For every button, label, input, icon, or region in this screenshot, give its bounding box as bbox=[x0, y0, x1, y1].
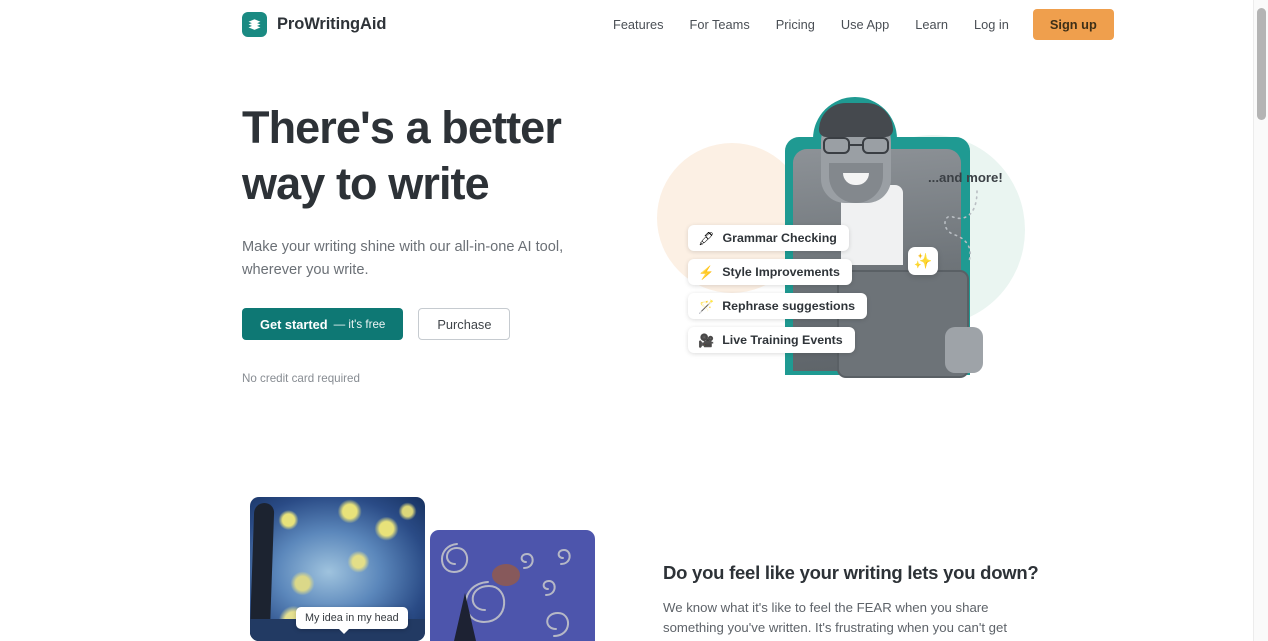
feature-pill-label: Rephrase suggestions bbox=[722, 299, 856, 313]
and-more-annotation: ...and more! bbox=[928, 170, 1003, 185]
get-started-free-suffix: — it's free bbox=[333, 317, 386, 331]
hero-actions: Get started — it's free Purchase bbox=[242, 308, 622, 340]
hero-subtitle: Make your writing shine with our all-in-… bbox=[242, 239, 564, 278]
glasses-icon bbox=[823, 137, 889, 154]
get-started-label: Get started bbox=[260, 316, 328, 332]
artwork-comparison: My idea in my head bbox=[250, 497, 595, 641]
glasses-bridge bbox=[850, 144, 862, 146]
feature-pill-grammar-checking: 🖋 Grammar Checking bbox=[688, 225, 849, 251]
glasses-lens-right bbox=[862, 137, 889, 154]
feature-pill-list: 🖋 Grammar Checking ⚡ Style Improvements … bbox=[688, 225, 868, 353]
hero-title-line-1: There's a better bbox=[242, 102, 562, 153]
nav-for-teams[interactable]: For Teams bbox=[677, 11, 763, 38]
feature-pill-rephrase-suggestions: 🪄 Rephrase suggestions bbox=[688, 293, 868, 319]
lower-section-title: Do you feel like your writing lets you d… bbox=[663, 562, 1039, 583]
feature-pill-label: Grammar Checking bbox=[722, 231, 837, 245]
feature-pill-style-improvements: ⚡ Style Improvements bbox=[688, 259, 852, 285]
sign-up-button[interactable]: Sign up bbox=[1032, 8, 1114, 40]
movie-camera-icon: 🎥 bbox=[698, 332, 715, 348]
nav-log-in[interactable]: Log in bbox=[961, 11, 1022, 38]
lower-section-copy: Do you feel like your writing lets you d… bbox=[663, 562, 1039, 641]
feature-pill-label: Live Training Events bbox=[722, 333, 843, 347]
page-content: ProWritingAid Features For Teams Pricing… bbox=[0, 0, 1253, 641]
site-header: ProWritingAid Features For Teams Pricing… bbox=[0, 0, 1253, 48]
feature-pill-live-training-events: 🎥 Live Training Events bbox=[688, 327, 855, 353]
browser-viewport: ProWritingAid Features For Teams Pricing… bbox=[0, 0, 1268, 641]
no-credit-card-note: No credit card required bbox=[242, 372, 360, 385]
person-hair bbox=[819, 103, 893, 137]
dotted-curved-arrow-icon bbox=[944, 190, 978, 262]
brand-logo-link[interactable]: ProWritingAid bbox=[242, 11, 387, 37]
scrollbar-thumb[interactable] bbox=[1257, 8, 1266, 120]
magic-wand-icon: 🪄 bbox=[698, 298, 715, 314]
hero-illustration: ✨ ...and more! 🖋 Grammar Checking ⚡ Styl… bbox=[645, 95, 1045, 395]
nav-features[interactable]: Features bbox=[600, 11, 677, 38]
lightning-bolt-icon: ⚡ bbox=[698, 264, 715, 280]
crude-smudge bbox=[492, 564, 520, 586]
get-started-button[interactable]: Get started — it's free bbox=[242, 308, 404, 340]
feature-pill-label: Style Improvements bbox=[722, 265, 840, 279]
brand-name: ProWritingAid bbox=[277, 14, 387, 33]
hero-title-line-2: way to write bbox=[242, 158, 490, 209]
purchase-button[interactable]: Purchase bbox=[418, 308, 511, 340]
hero-copy: There's a better way to write Make your … bbox=[242, 100, 622, 385]
glasses-lens-left bbox=[823, 137, 850, 154]
crude-drawing-panel bbox=[430, 530, 595, 641]
main-navigation: Features For Teams Pricing Use App Learn… bbox=[600, 8, 1114, 40]
hero-title: There's a better way to write bbox=[242, 100, 622, 212]
nav-pricing[interactable]: Pricing bbox=[763, 11, 828, 38]
idea-tooltip: My idea in my head bbox=[296, 607, 408, 634]
person-hand bbox=[945, 327, 983, 373]
book-pages-icon bbox=[242, 11, 267, 37]
vertical-scrollbar[interactable] bbox=[1253, 0, 1268, 641]
quill-pen-icon: 🖋 bbox=[698, 230, 715, 246]
nav-use-app[interactable]: Use App bbox=[828, 11, 902, 38]
nav-learn[interactable]: Learn bbox=[902, 11, 961, 38]
crude-cypress-tree bbox=[454, 593, 476, 641]
lower-section-body: We know what it's like to feel the FEAR … bbox=[663, 600, 1008, 641]
